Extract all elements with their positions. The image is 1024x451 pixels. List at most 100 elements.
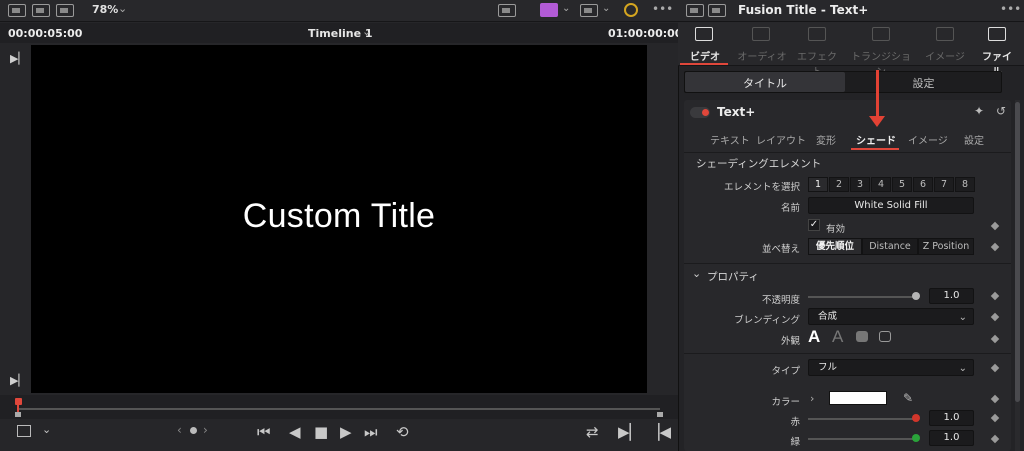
red-slider-knob[interactable] [912, 414, 920, 422]
row-type: タイプ [690, 363, 800, 377]
mark-in-icon[interactable]: ▶▏ [10, 52, 27, 65]
element-1-button[interactable]: 1 [808, 177, 828, 192]
element-3-button[interactable]: 3 [850, 177, 870, 192]
mark-out-icon[interactable]: ▶▏ [10, 374, 27, 387]
frame-view-icon[interactable] [498, 4, 516, 17]
name-field[interactable]: White Solid Fill [808, 197, 974, 214]
image-view-icon[interactable] [8, 4, 26, 17]
proxy-icon[interactable] [540, 3, 558, 17]
play-reverse-icon[interactable]: ◀ [289, 423, 301, 441]
appearance-solid-icon[interactable] [856, 331, 868, 342]
green-slider-knob[interactable] [912, 434, 920, 442]
crop-icon[interactable] [17, 425, 31, 437]
subtab-shading[interactable]: シェード [856, 132, 896, 147]
enabled-checkbox[interactable]: ✓ [808, 219, 820, 231]
jog-left-icon[interactable]: ‹ [177, 423, 182, 437]
opacity-field[interactable]: 1.0 [929, 288, 974, 304]
red-field[interactable]: 1.0 [929, 410, 974, 426]
element-6-button[interactable]: 6 [913, 177, 933, 192]
opacity-slider-knob[interactable] [912, 292, 920, 300]
video-icon[interactable] [695, 27, 713, 41]
element-8-button[interactable]: 8 [955, 177, 975, 192]
blending-value: 合成 [818, 311, 838, 322]
jog-right-icon[interactable]: › [203, 423, 208, 437]
transform-icon[interactable] [580, 4, 598, 17]
timeline-chevron-icon[interactable]: ⌄ [362, 25, 371, 38]
file-icon[interactable] [988, 27, 1006, 41]
audio-icon[interactable] [752, 27, 770, 41]
transition-icon[interactable] [872, 27, 890, 41]
appearance-text-icon[interactable]: A [808, 327, 820, 347]
in-point-marker[interactable] [15, 412, 21, 417]
sort-distance-button[interactable]: Distance [862, 238, 918, 255]
expand-chevron-icon[interactable]: › [810, 392, 814, 405]
element-4-button[interactable]: 4 [871, 177, 891, 192]
scrubber-bar[interactable] [0, 395, 678, 419]
element-2-button[interactable]: 2 [829, 177, 849, 192]
next-clip-icon[interactable]: ▶▏ [618, 423, 641, 441]
divider [684, 353, 1011, 354]
chevron-down-icon[interactable]: ⌄ [42, 423, 51, 436]
tab-image[interactable]: イメージ [925, 48, 965, 63]
element-7-button[interactable]: 7 [934, 177, 954, 192]
stop-icon[interactable]: ■ [314, 423, 328, 441]
film-strip-icon[interactable] [32, 4, 50, 17]
node-name: Text+ [717, 105, 756, 119]
segment-title[interactable]: タイトル [685, 75, 845, 91]
jog-wheel-icon[interactable] [190, 427, 197, 434]
prev-clip-icon[interactable]: ▕◀ [648, 423, 671, 441]
type-dropdown[interactable]: フル ⌄ [808, 359, 974, 376]
divider [684, 152, 1011, 153]
subtab-transform[interactable]: 変形 [816, 132, 836, 147]
magic-wand-icon[interactable]: ✦ [974, 104, 984, 118]
image-icon[interactable] [686, 4, 704, 17]
color-swatch[interactable] [829, 391, 887, 405]
image-tab-icon[interactable] [936, 27, 954, 41]
row-element-select: エレメントを選択 [690, 179, 800, 193]
tab-audio[interactable]: オーディオ [736, 48, 788, 63]
tab-video[interactable]: ビデオ [690, 48, 720, 63]
subtab-settings[interactable]: 設定 [964, 132, 984, 147]
sort-priority-button[interactable]: 優先順位 [808, 238, 862, 255]
appearance-border-icon[interactable] [879, 331, 891, 342]
go-to-start-icon[interactable]: ⏮ [257, 423, 271, 441]
blending-dropdown[interactable]: 合成 ⌄ [808, 308, 974, 325]
match-frame-icon[interactable]: ⇄ [586, 423, 599, 441]
out-point-marker[interactable] [657, 412, 663, 417]
row-color: カラー [690, 394, 800, 408]
green-slider-track[interactable] [808, 438, 918, 440]
chevron-down-icon[interactable]: ⌄ [602, 3, 610, 14]
inspector-scroll-thumb[interactable] [1015, 102, 1020, 402]
color-wheel-icon[interactable] [624, 3, 638, 17]
opacity-slider-track[interactable] [808, 296, 918, 298]
red-slider-track[interactable] [808, 418, 918, 420]
appearance-outline-icon[interactable]: A [832, 327, 843, 347]
segment-settings[interactable]: 設定 [845, 75, 1002, 91]
green-field[interactable]: 1.0 [929, 430, 974, 446]
effects-icon[interactable] [808, 27, 826, 41]
label-type: タイプ [771, 366, 800, 377]
sort-zposition-button[interactable]: Z Position [918, 238, 974, 255]
zoom-chevron-icon[interactable]: ⌄ [118, 2, 127, 15]
chevron-down-icon[interactable]: ⌄ [562, 3, 570, 14]
loop-icon[interactable]: ⟲ [396, 423, 409, 441]
scrubber-track[interactable] [18, 408, 660, 410]
layout-icon[interactable] [56, 4, 74, 17]
more-options-icon[interactable]: ••• [1000, 2, 1021, 16]
go-to-end-icon[interactable]: ⏭ [364, 423, 378, 441]
play-icon[interactable]: ▶ [340, 423, 352, 441]
collapse-chevron-icon[interactable]: ⌄ [692, 267, 701, 280]
element-5-button[interactable]: 5 [892, 177, 912, 192]
label-element-select: エレメントを選択 [723, 182, 800, 193]
subtab-image[interactable]: イメージ [908, 132, 948, 147]
preview-canvas: Custom Title [31, 45, 647, 393]
subtab-layout[interactable]: レイアウト [756, 132, 806, 147]
more-options-icon[interactable]: ••• [652, 2, 673, 16]
reset-icon[interactable]: ↺ [996, 104, 1006, 118]
row-appearance: 外観 [690, 333, 800, 347]
eyedropper-icon[interactable]: ✎ [903, 391, 913, 405]
film-icon[interactable] [708, 4, 726, 17]
zoom-level[interactable]: 78% [92, 3, 118, 16]
subtab-text[interactable]: テキスト [710, 132, 750, 147]
timecode-current: 01:00:00:00 [608, 27, 683, 40]
